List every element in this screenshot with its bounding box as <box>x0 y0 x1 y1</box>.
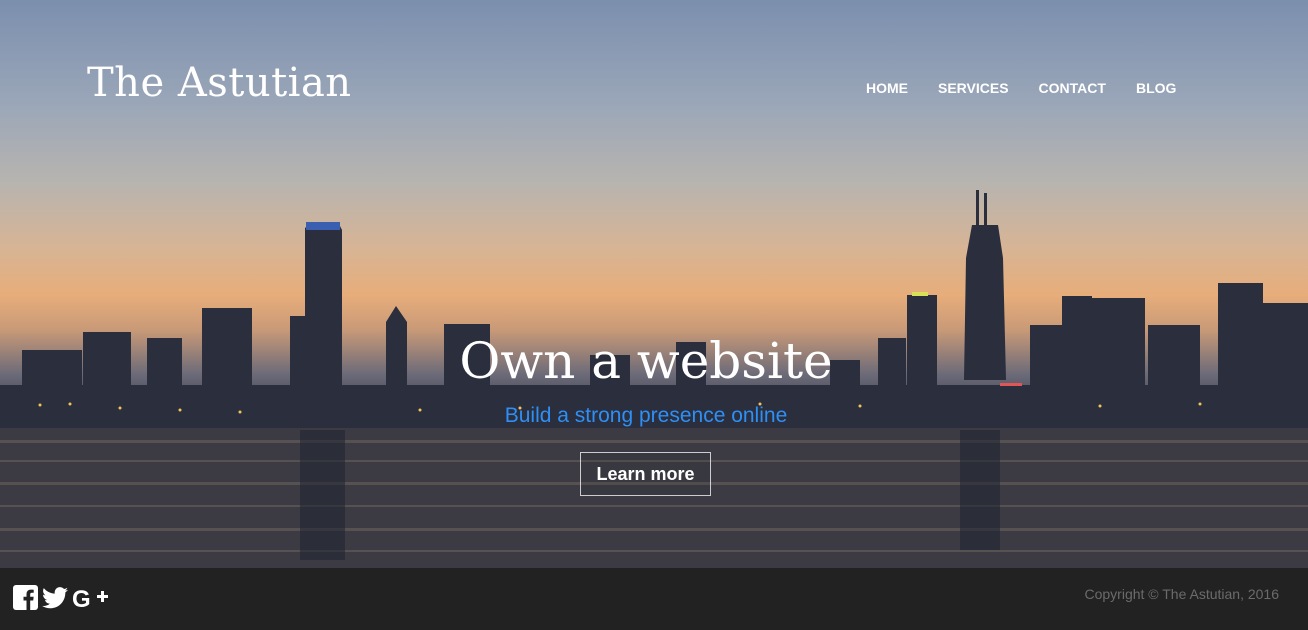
hero-subtitle: Build a strong presence online <box>504 404 788 427</box>
svg-text:G: G <box>72 586 91 610</box>
nav-home[interactable]: HOME <box>866 80 908 96</box>
learn-more-button[interactable]: Learn more <box>580 452 711 496</box>
main-nav: HOME SERVICES CONTACT BLOG <box>866 80 1206 96</box>
nav-services[interactable]: SERVICES <box>938 80 1009 96</box>
google-plus-icon[interactable]: G <box>72 586 110 615</box>
site-logo[interactable]: The Astutian <box>87 60 352 106</box>
footer: G Copyright © The Astutian, 2016 <box>0 568 1308 630</box>
copyright-text: Copyright © The Astutian, 2016 <box>1084 586 1279 602</box>
hero-section: The Astutian HOME SERVICES CONTACT BLOG … <box>0 0 1308 568</box>
hero-title: Own a website <box>459 332 833 390</box>
twitter-icon[interactable] <box>42 586 68 614</box>
nav-contact[interactable]: CONTACT <box>1039 80 1106 96</box>
nav-blog[interactable]: BLOG <box>1136 80 1176 96</box>
facebook-icon[interactable] <box>13 585 38 615</box>
social-links: G <box>13 585 110 615</box>
